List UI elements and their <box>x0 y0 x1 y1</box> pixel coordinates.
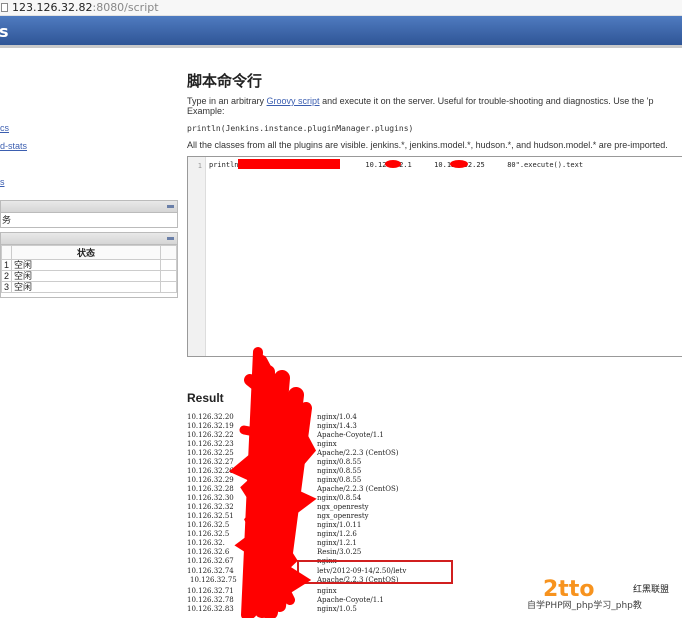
intro-before: Type in an arbitrary <box>187 96 267 106</box>
executor-row: 1 空闲 <box>0 259 177 271</box>
result-server: nginx <box>317 440 337 448</box>
site-watermark: 2tto 红黑联盟 自学PHP网_php学习_php教 <box>513 578 682 618</box>
result-server: nginx/0.8.55 <box>317 476 362 484</box>
result-ip: 10.126.32.78 <box>187 596 234 604</box>
result-ip: 10.126.32.6 <box>187 548 230 556</box>
url-path: :8080/script <box>92 1 159 14</box>
executor-number: 2 <box>0 270 13 282</box>
build-queue-panel: 务 <box>0 200 178 228</box>
executor-number: 1 <box>0 259 13 271</box>
sidebar-link-load-stats[interactable]: d-stats <box>0 141 27 151</box>
preimported-classes-text: All the classes from all the plugins are… <box>187 140 668 150</box>
result-ip: 10.126.32.23 <box>187 440 234 448</box>
result-server: nginx/0.8.55 <box>317 467 362 475</box>
result-server: nginx/0.8.54 <box>317 494 362 502</box>
executor-action-cell <box>160 270 177 282</box>
collapse-icon[interactable] <box>167 205 174 208</box>
watermark-footer-text: 自学PHP网_php学习_php教 <box>527 601 642 611</box>
intro-text: Type in an arbitrary Groovy script and e… <box>187 96 653 106</box>
watermark-logo-text: 红黑联盟 <box>633 584 670 594</box>
result-ip: 10.126.32.32 <box>187 503 234 511</box>
result-ip: 10.126.32.71 <box>187 587 234 595</box>
result-ip: 10.126.32.25 <box>187 449 234 457</box>
code-println: println " <box>209 161 247 169</box>
url-host: 123.126.32.82 <box>12 1 93 14</box>
result-server: nginx/1.2.1 <box>317 539 357 547</box>
result-ip: 10.126.32.51 <box>187 512 234 520</box>
code-ip-2: 10.126.32.25 <box>434 161 485 169</box>
executor-table: 状态 1 空闲 2 空闲 3 空闲 <box>0 245 177 293</box>
groovy-script-link[interactable]: Groovy script <box>267 96 320 106</box>
result-server: nginx/0.8.55 <box>317 458 362 466</box>
intro-after: and execute it on the server. Useful for… <box>319 96 654 106</box>
example-label: Example: <box>187 106 225 116</box>
result-server: Apache-Coyote/1.1 <box>317 431 384 439</box>
executor-row: 2 空闲 <box>0 270 177 282</box>
result-server: Apache-Coyote/1.1 <box>317 596 384 604</box>
result-server: ngx_openresty <box>317 512 369 520</box>
sidebar-link-statistics[interactable]: cs <box>0 123 9 133</box>
result-ip: 10.126.32.26 <box>187 467 234 475</box>
result-ip: 10.126.32.5 <box>187 521 230 529</box>
example-code: println(Jenkins.instance.pluginManager.p… <box>187 124 414 133</box>
code-ip-1: 10.126.32.1 <box>365 161 412 169</box>
executor-status: 空闲 <box>11 270 161 282</box>
result-server: Resin/3.0.25 <box>317 548 362 556</box>
highlight-box <box>297 560 453 584</box>
url-text[interactable]: 123.126.32.82:8080/script <box>12 1 159 14</box>
result-server: nginx/1.2.6 <box>317 530 357 538</box>
svg-text:2tto: 2tto <box>543 578 594 600</box>
executor-status: 空闲 <box>11 281 161 293</box>
line-number: 1 <box>197 162 202 170</box>
result-ip: 10.126.32.29 <box>187 476 234 484</box>
result-ip: 10.126.32.27 <box>187 458 234 466</box>
result-server: nginx/1.0.5 <box>317 605 357 613</box>
page-title: 脚本命令行 <box>187 72 263 90</box>
jenkins-header: s <box>0 16 682 48</box>
executor-blank-header <box>160 245 177 260</box>
browser-url-bar[interactable]: 123.126.32.82:8080/script <box>0 0 682 16</box>
page-icon <box>1 3 8 12</box>
result-ip: 10.126.32.83 <box>187 605 234 613</box>
script-code-line[interactable]: println " 10.126.32.1 10.126.32.25 80".e… <box>209 161 583 169</box>
result-server: nginx <box>317 587 337 595</box>
executor-num-header <box>0 245 13 260</box>
build-queue-header <box>1 201 177 213</box>
result-ip: 10.126.32.5 <box>187 530 230 538</box>
executor-status-panel: 状态 1 空闲 2 空闲 3 空闲 <box>0 232 178 298</box>
jenkins-brand-fragment[interactable]: s <box>0 22 9 41</box>
result-server: ngx_openresty <box>317 503 369 511</box>
collapse-icon[interactable] <box>167 237 174 240</box>
result-server: Apache/2.2.3 (CentOS) <box>317 449 399 457</box>
result-ip: 10.126.32.19 <box>187 422 234 430</box>
result-ip: 10.126.32.22 <box>187 431 234 439</box>
editor-gutter <box>188 157 206 356</box>
result-ip: 10.126.32.30 <box>187 494 234 502</box>
result-ip: 10.126.32.20 <box>187 413 234 421</box>
result-server: nginx/1.0.4 <box>317 413 357 421</box>
executor-action-cell <box>160 259 177 271</box>
build-queue-item: 务 <box>2 215 12 225</box>
result-ip: 10.126.32.67 <box>187 557 234 565</box>
executor-row: 3 空闲 <box>0 281 177 293</box>
executor-status-header <box>1 233 177 245</box>
result-ip: 10.126.32. <box>187 539 225 547</box>
code-execute: 80".execute().text <box>507 161 584 169</box>
executor-status-column-header: 状态 <box>11 245 161 260</box>
result-ip: 10.126.32.74 <box>187 567 234 575</box>
result-server: Apache/2.2.3 (CentOS) <box>317 485 399 493</box>
executor-action-cell <box>160 281 177 293</box>
sidebar-link-nodes[interactable]: s <box>0 177 5 187</box>
result-ip: 10.126.32.75 <box>190 576 237 584</box>
executor-number: 3 <box>0 281 13 293</box>
result-ip: 10.126.32.28 <box>187 485 234 493</box>
executor-status: 空闲 <box>11 259 161 271</box>
result-title: Result <box>187 391 224 405</box>
script-editor[interactable]: 1 println " 10.126.32.1 10.126.32.25 80"… <box>187 156 682 357</box>
result-server: nginx/1.0.11 <box>317 521 362 529</box>
result-line: 10.126.32.83 nginx/1.0.5 <box>187 605 487 615</box>
result-server: nginx/1.4.3 <box>317 422 357 430</box>
